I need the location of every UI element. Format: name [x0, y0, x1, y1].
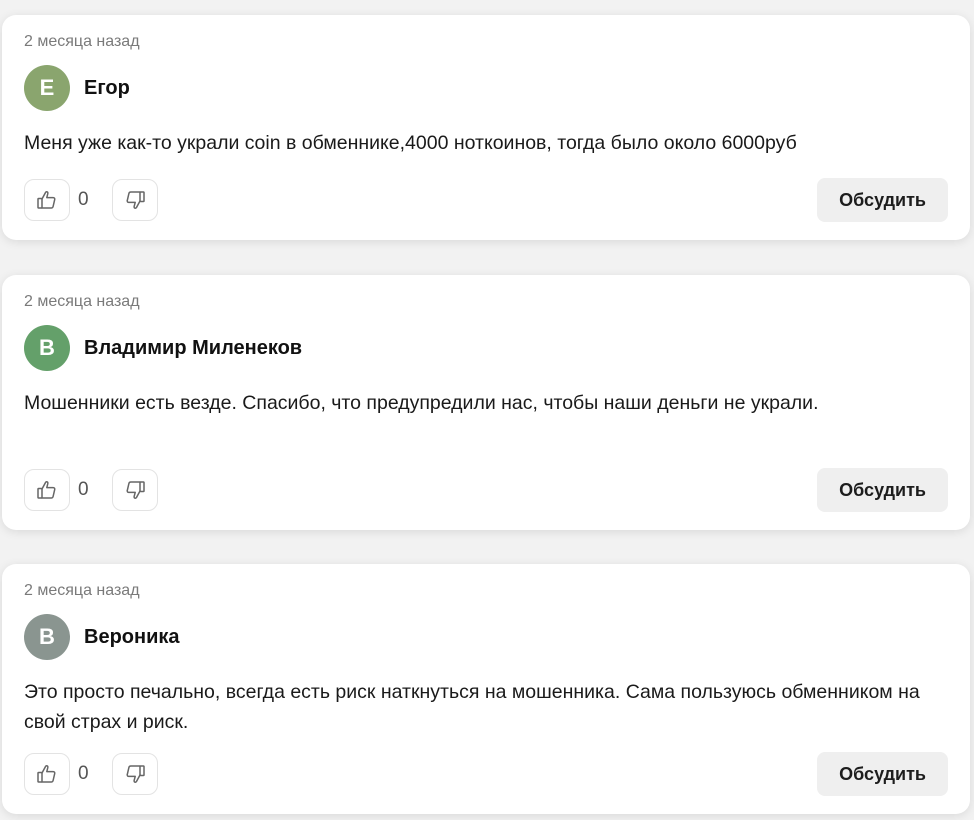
comment-card: 2 месяца назад Е Егор Меня уже как-то ук… — [2, 15, 970, 240]
dislike-button[interactable] — [112, 753, 158, 795]
author-name[interactable]: Владимир Миленеков — [84, 337, 302, 360]
author-name[interactable]: Егор — [84, 77, 130, 100]
thumb-down-icon — [123, 478, 147, 502]
thumb-up-icon — [35, 762, 59, 786]
avatar[interactable]: В — [24, 325, 70, 371]
author-name[interactable]: Вероника — [84, 626, 180, 649]
like-count: 0 — [78, 763, 89, 784]
avatar[interactable]: В — [24, 614, 70, 660]
comment-actions: 0 Обсудить — [24, 752, 948, 796]
like-count: 0 — [78, 479, 89, 500]
comment-author: В Владимир Миленеков — [24, 325, 302, 371]
dislike-button[interactable] — [112, 469, 158, 511]
comment-text: Мошенники есть везде. Спасибо, что преду… — [24, 392, 819, 414]
comment-card: 2 месяца назад В Владимир Миленеков Моше… — [2, 275, 970, 530]
like-button[interactable] — [24, 753, 70, 795]
comment-author: В Вероника — [24, 614, 180, 660]
thumb-up-icon — [35, 188, 59, 212]
discuss-button[interactable]: Обсудить — [817, 178, 948, 222]
like-button[interactable] — [24, 469, 70, 511]
comment-timestamp: 2 месяца назад — [24, 582, 140, 599]
comment-actions: 0 Обсудить — [24, 468, 948, 512]
like-button[interactable] — [24, 179, 70, 221]
thumb-down-icon — [123, 188, 147, 212]
discuss-button[interactable]: Обсудить — [817, 468, 948, 512]
avatar[interactable]: Е — [24, 65, 70, 111]
comment-text: Это просто печально, всегда есть риск на… — [24, 681, 920, 733]
thumb-up-icon — [35, 478, 59, 502]
comment-card: 2 месяца назад В Вероника Это просто печ… — [2, 564, 970, 814]
like-count: 0 — [78, 189, 89, 210]
comment-timestamp: 2 месяца назад — [24, 293, 140, 310]
comment-timestamp: 2 месяца назад — [24, 33, 140, 50]
thumb-down-icon — [123, 762, 147, 786]
dislike-button[interactable] — [112, 179, 158, 221]
comment-text: Меня уже как-то украли coin в обменнике,… — [24, 132, 797, 154]
comment-author: Е Егор — [24, 65, 130, 111]
discuss-button[interactable]: Обсудить — [817, 752, 948, 796]
comment-actions: 0 Обсудить — [24, 178, 948, 222]
